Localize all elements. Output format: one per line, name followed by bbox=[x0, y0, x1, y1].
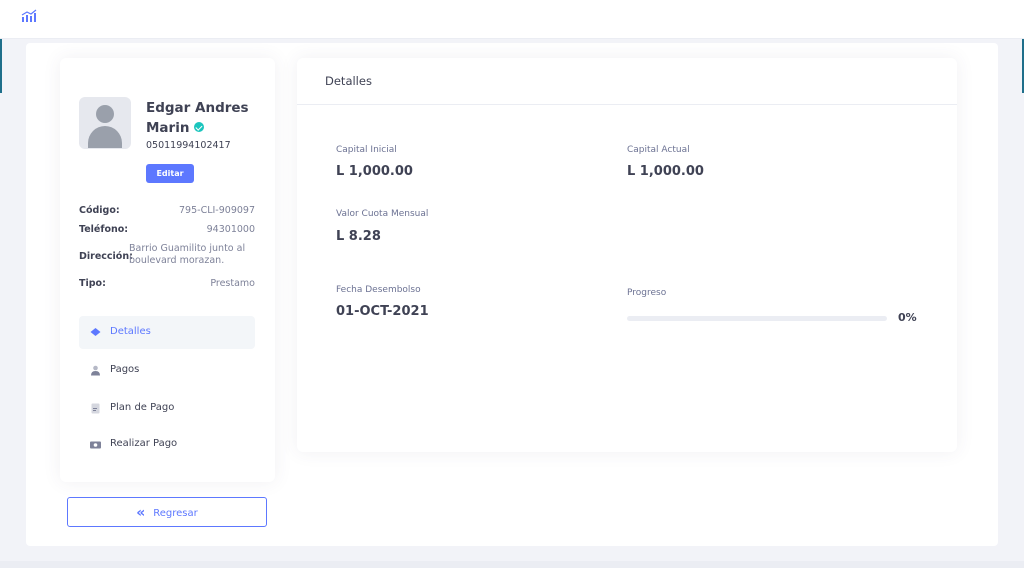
cuota-mensual-label: Valor Cuota Mensual bbox=[336, 209, 429, 219]
fecha-desembolso-value: 01-OCT-2021 bbox=[336, 304, 429, 319]
user-avatar-icon bbox=[79, 97, 131, 149]
details-card: Detalles Capital Inicial L 1,000.00 Capi… bbox=[297, 58, 957, 452]
footer-strip bbox=[0, 561, 1024, 568]
progress-bar bbox=[627, 316, 887, 321]
nav-item-realizar-pago[interactable]: Realizar Pago bbox=[79, 428, 255, 461]
nav-item-pagos[interactable]: Pagos bbox=[79, 354, 255, 387]
edit-button[interactable]: Editar bbox=[146, 164, 194, 183]
top-bar bbox=[0, 0, 1024, 39]
client-name: Edgar Andres Marin bbox=[146, 100, 249, 136]
progress-percent: 0% bbox=[898, 311, 917, 324]
document-icon bbox=[91, 403, 100, 414]
chart-logo-icon[interactable] bbox=[21, 9, 37, 23]
details-title: Detalles bbox=[325, 74, 372, 88]
capital-actual-value: L 1,000.00 bbox=[627, 164, 704, 179]
capital-actual-label: Capital Actual bbox=[627, 145, 690, 155]
capital-inicial-label: Capital Inicial bbox=[336, 145, 397, 155]
layers-icon bbox=[90, 328, 101, 336]
cuota-mensual-value: L 8.28 bbox=[336, 229, 381, 244]
profile-card: Edgar Andres Marin 05011994102417 Editar… bbox=[60, 58, 275, 482]
nav-item-plan-de-pago[interactable]: Plan de Pago bbox=[79, 392, 255, 425]
back-button[interactable]: «Regresar bbox=[67, 497, 267, 527]
user-icon bbox=[91, 365, 100, 376]
verified-badge-icon bbox=[194, 122, 205, 132]
nav-item-detalles[interactable]: Detalles bbox=[79, 316, 255, 349]
progreso-label: Progreso bbox=[627, 288, 667, 298]
money-icon bbox=[90, 441, 101, 449]
client-id-number: 05011994102417 bbox=[146, 140, 231, 151]
left-edge-accent bbox=[0, 39, 2, 93]
fecha-desembolso-label: Fecha Desembolso bbox=[336, 285, 421, 295]
double-chevron-left-icon: « bbox=[136, 505, 146, 521]
capital-inicial-value: L 1,000.00 bbox=[336, 164, 413, 179]
details-divider bbox=[297, 104, 957, 105]
